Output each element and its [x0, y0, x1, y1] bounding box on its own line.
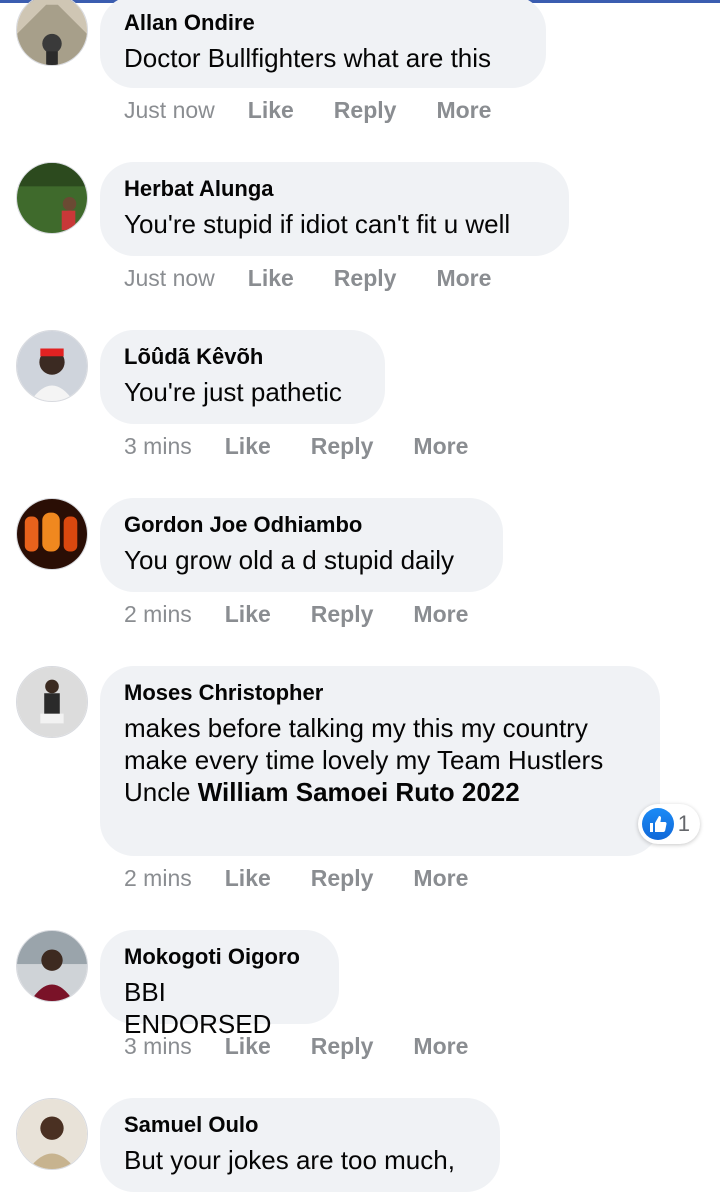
more-button[interactable]: More — [413, 601, 468, 628]
like-button[interactable]: Like — [248, 97, 294, 124]
comment-actions: 2 mins Like Reply More — [124, 596, 508, 632]
comment-actions: 3 mins Like Reply More — [124, 1028, 508, 1064]
author-name[interactable]: Herbat Alunga — [124, 174, 545, 204]
timestamp[interactable]: 3 mins — [124, 433, 192, 460]
comment-text: You're just pathetic — [124, 377, 342, 407]
author-name[interactable]: Gordon Joe Odhiambo — [124, 510, 479, 540]
avatar[interactable] — [16, 930, 88, 1002]
comment-text: Doctor Bullfighters what are this — [124, 43, 492, 73]
timestamp[interactable]: Just now — [124, 97, 215, 124]
more-button[interactable]: More — [413, 433, 468, 460]
like-button[interactable]: Like — [248, 265, 294, 292]
like-icon — [641, 808, 674, 840]
comment-bubble: Allan Ondire Doctor Bullfighters what ar… — [100, 0, 546, 88]
avatar[interactable] — [16, 162, 88, 234]
comment-bubble: Gordon Joe Odhiambo You grow old a d stu… — [100, 498, 503, 592]
reply-button[interactable]: Reply — [311, 601, 374, 628]
reply-button[interactable]: Reply — [334, 265, 397, 292]
avatar[interactable] — [16, 1098, 88, 1170]
timestamp[interactable]: 2 mins — [124, 601, 192, 628]
timestamp[interactable]: 2 mins — [124, 865, 192, 892]
avatar[interactable] — [16, 330, 88, 402]
author-name[interactable]: Mokogoti Oigoro — [124, 942, 315, 972]
author-name[interactable]: Moses Christopher — [124, 678, 636, 708]
comment-text: But your jokes are too much, — [124, 1145, 455, 1175]
timestamp[interactable]: Just now — [124, 265, 215, 292]
comment-bubble: Moses Christopher makes before talking m… — [100, 666, 660, 856]
comment-text: You're stupid if idiot can't fit u well — [124, 209, 511, 239]
reaction-summary[interactable]: 1 — [637, 804, 700, 844]
reply-button[interactable]: Reply — [311, 1033, 374, 1060]
more-button[interactable]: More — [413, 1033, 468, 1060]
avatar[interactable] — [16, 498, 88, 570]
mentioned-name[interactable]: William Samoei Ruto 2022 — [198, 777, 520, 807]
author-name[interactable]: Samuel Oulo — [124, 1110, 476, 1140]
comment-actions: Just now Like Reply More — [124, 92, 531, 128]
reply-button[interactable]: Reply — [311, 433, 374, 460]
reply-button[interactable]: Reply — [311, 865, 374, 892]
comment-text: You grow old a d stupid daily — [124, 545, 455, 575]
comment-bubble: Mokogoti Oigoro BBI ENDORSED — [100, 930, 339, 1039]
comment-bubble: Lõûdã Kêvõh You're just pathetic — [100, 330, 385, 424]
more-button[interactable]: More — [413, 865, 468, 892]
avatar[interactable] — [16, 0, 88, 66]
more-button[interactable]: More — [436, 265, 491, 292]
more-button[interactable]: More — [436, 97, 491, 124]
like-button[interactable]: Like — [225, 433, 271, 460]
like-button[interactable]: Like — [225, 1033, 271, 1060]
reply-button[interactable]: Reply — [334, 97, 397, 124]
like-button[interactable]: Like — [225, 865, 271, 892]
avatar[interactable] — [16, 666, 88, 738]
reaction-count: 1 — [677, 811, 690, 836]
comment-actions: 3 mins Like Reply More — [124, 428, 508, 464]
comment-bubble: Samuel Oulo But your jokes are too much, — [100, 1098, 500, 1192]
author-name[interactable]: Allan Ondire — [124, 8, 522, 38]
like-button[interactable]: Like — [225, 601, 271, 628]
timestamp[interactable]: 3 mins — [124, 1033, 192, 1060]
comment-actions: Just now Like Reply More — [124, 260, 531, 296]
comment-actions: 2 mins Like Reply More — [124, 860, 508, 896]
comment-text: makes before talking my this my country … — [124, 712, 636, 808]
author-name[interactable]: Lõûdã Kêvõh — [124, 342, 361, 372]
comment-bubble: Herbat Alunga You're stupid if idiot can… — [100, 162, 569, 256]
